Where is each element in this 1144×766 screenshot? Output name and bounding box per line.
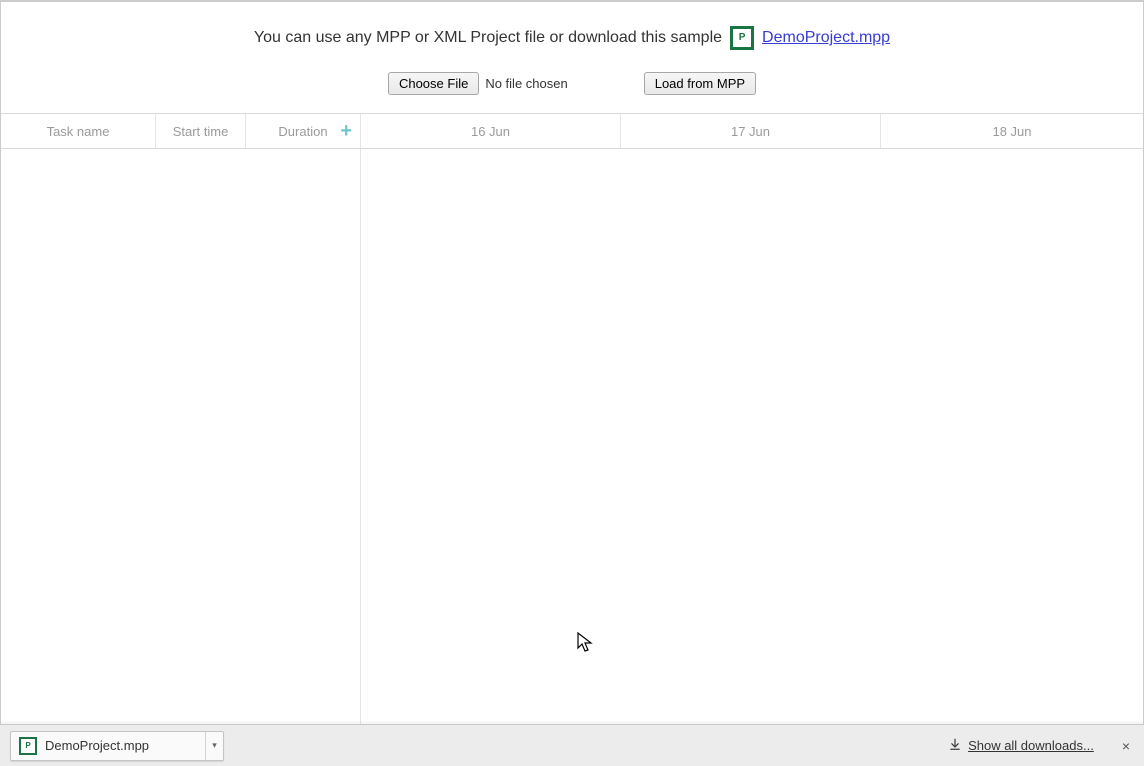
show-all-downloads-link[interactable]: Show all downloads... <box>948 737 1094 754</box>
grid-body-col-task[interactable] <box>1 149 156 765</box>
timeline-header-date-2[interactable]: 17 Jun <box>621 114 881 148</box>
intro-area: You can use any MPP or XML Project file … <box>1 2 1143 113</box>
download-icon <box>948 737 962 754</box>
timeline-header-date-1[interactable]: 16 Jun <box>361 114 621 148</box>
choose-file-button[interactable]: Choose File <box>388 72 479 95</box>
gantt-grid: Task name Start time Duration + 16 Jun 1… <box>1 113 1143 765</box>
ms-project-icon: P <box>19 737 37 755</box>
show-all-downloads-label: Show all downloads... <box>968 738 1094 753</box>
col-header-duration[interactable]: Duration + <box>246 114 361 148</box>
grid-body-col-start[interactable] <box>156 149 246 765</box>
col-header-start[interactable]: Start time <box>156 114 246 148</box>
downloads-bar: P DemoProject.mpp ▾ Show all downloads..… <box>0 724 1144 766</box>
intro-text: You can use any MPP or XML Project file … <box>254 29 722 47</box>
col-header-task-label: Task name <box>47 124 110 139</box>
timeline-header-date-3[interactable]: 18 Jun <box>881 114 1143 148</box>
chevron-down-icon[interactable]: ▾ <box>205 732 223 760</box>
close-icon[interactable]: × <box>1118 734 1134 758</box>
ms-project-icon: P <box>730 26 754 50</box>
timeline-date-3-label: 18 Jun <box>992 124 1031 139</box>
col-header-start-label: Start time <box>173 124 229 139</box>
add-column-icon[interactable]: + <box>340 121 352 141</box>
file-status-text: No file chosen <box>485 76 567 91</box>
grid-header-row: Task name Start time Duration + 16 Jun 1… <box>1 113 1143 149</box>
timeline-date-1-label: 16 Jun <box>471 124 510 139</box>
col-header-duration-label: Duration <box>278 124 327 139</box>
download-chip-label: DemoProject.mpp <box>45 738 149 753</box>
timeline-date-2-label: 17 Jun <box>731 124 770 139</box>
gantt-chart-area[interactable] <box>361 149 1143 765</box>
load-from-mpp-button[interactable]: Load from MPP <box>644 72 756 95</box>
grid-body-col-duration[interactable] <box>246 149 361 765</box>
download-chip[interactable]: P DemoProject.mpp ▾ <box>10 731 224 761</box>
sample-link[interactable]: DemoProject.mpp <box>762 29 890 47</box>
col-header-task[interactable]: Task name <box>1 114 156 148</box>
